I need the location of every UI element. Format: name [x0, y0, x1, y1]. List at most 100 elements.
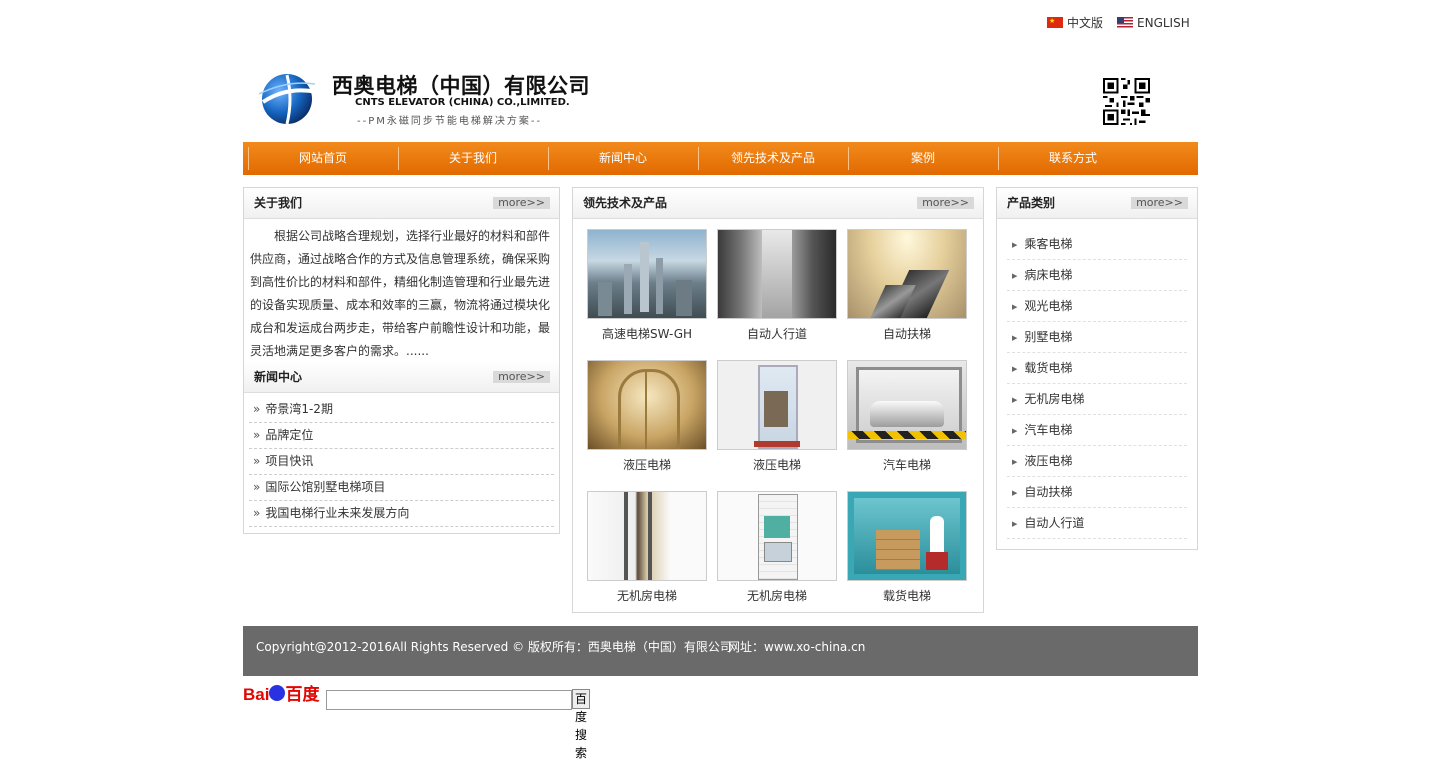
triangle-right-icon: ▶ — [1012, 241, 1018, 249]
products-header: 领先技术及产品 more>> — [573, 188, 983, 219]
nav-cases[interactable]: 案例 — [848, 142, 998, 175]
product-caption[interactable]: 自动人行道 — [717, 325, 837, 342]
product-card: 自动扶梯 — [847, 229, 977, 360]
product-image-skyline[interactable] — [587, 229, 707, 319]
category-label: 观光电梯 — [1024, 299, 1073, 313]
categories-panel: 产品类别 more>> ▶ 乘客电梯 ▶ 病床电梯 ▶ 观光电梯 ▶ 别墅电梯 ▶ 载货电… — [996, 187, 1198, 550]
news-title: 新闻中心 — [254, 370, 303, 384]
about-text: 根据公司战略合理规划，选择行业最好的材料和部件供应商，通过战略合作的方式及信息管… — [250, 229, 551, 358]
news-item[interactable]: » 国际公馆别墅电梯项目 — [249, 475, 554, 501]
category-list: ▶ 乘客电梯 ▶ 病床电梯 ▶ 观光电梯 ▶ 别墅电梯 ▶ 载货电梯 ▶ 无机房电梯 ▶ 汽车… — [997, 219, 1197, 539]
news-item-label: 帝景湾1-2期 — [265, 402, 333, 416]
categories-title: 产品类别 — [1007, 196, 1056, 210]
product-image-mrl-diagram[interactable] — [717, 491, 837, 581]
news-item[interactable]: » 项目快讯 — [249, 449, 554, 475]
triangle-right-icon: ▶ — [1012, 520, 1018, 528]
lang-chinese-link[interactable]: 中文版 — [1047, 14, 1103, 31]
qr-code-icon — [1103, 78, 1150, 125]
triangle-right-icon: ▶ — [1012, 458, 1018, 466]
baidu-search-button[interactable]: 百度搜索 — [572, 689, 591, 760]
news-more-link[interactable]: more>> — [493, 371, 550, 383]
categories-more-link[interactable]: more>> — [1131, 197, 1188, 209]
lang-chinese-label: 中文版 — [1067, 16, 1104, 30]
product-image-walkway[interactable] — [717, 229, 837, 319]
category-item[interactable]: ▶ 无机房电梯 — [1007, 384, 1187, 415]
category-item[interactable]: ▶ 载货电梯 — [1007, 353, 1187, 384]
company-name-cn: 西奥电梯（中国）有限公司 — [332, 74, 590, 98]
product-card: 自动人行道 — [717, 229, 847, 360]
paw-icon — [269, 685, 286, 701]
triangle-right-icon: ▶ — [1012, 303, 1018, 311]
nav-home[interactable]: 网站首页 — [248, 142, 398, 175]
footer: Copyright@2012-2016All Rights Reserved ©… — [243, 626, 1198, 676]
product-image-car-elevator[interactable] — [847, 360, 967, 450]
triangle-right-icon: ▶ — [1012, 365, 1018, 373]
triangle-right-icon: ▶ — [1012, 427, 1018, 435]
category-label: 乘客电梯 — [1024, 237, 1073, 251]
nav-about[interactable]: 关于我们 — [398, 142, 548, 175]
triangle-right-icon: ▶ — [1012, 396, 1018, 404]
category-item[interactable]: ▶ 观光电梯 — [1007, 291, 1187, 322]
news-item-label: 国际公馆别墅电梯项目 — [265, 480, 386, 494]
category-label: 病床电梯 — [1024, 268, 1073, 282]
category-label: 别墅电梯 — [1024, 330, 1073, 344]
footer-copyright: Copyright@2012-2016All Rights Reserved ©… — [256, 640, 732, 654]
news-item-label: 项目快讯 — [265, 454, 314, 468]
product-image-hydraulic-shaft[interactable] — [717, 360, 837, 450]
triangle-right-icon: ▶ — [1012, 334, 1018, 342]
us-flag-icon — [1117, 17, 1134, 28]
main-nav: 网站首页 关于我们 新闻中心 领先技术及产品 案例 联系方式 — [243, 142, 1198, 175]
news-item-label: 品牌定位 — [265, 428, 314, 442]
product-caption[interactable]: 载货电梯 — [847, 587, 967, 604]
news-item[interactable]: » 帝景湾1-2期 — [249, 397, 554, 423]
products-more-link[interactable]: more>> — [917, 197, 974, 209]
product-card: 载货电梯 — [847, 491, 977, 622]
product-caption[interactable]: 高速电梯SW-GH — [587, 325, 707, 342]
category-label: 载货电梯 — [1024, 361, 1073, 375]
product-caption[interactable]: 无机房电梯 — [717, 587, 837, 604]
baidu-logo[interactable]: Bai 百度 — [243, 680, 319, 705]
category-item[interactable]: ▶ 病床电梯 — [1007, 260, 1187, 291]
raquo-icon: » — [253, 402, 261, 416]
category-item[interactable]: ▶ 液压电梯 — [1007, 446, 1187, 477]
product-caption[interactable]: 无机房电梯 — [587, 587, 707, 604]
nav-products[interactable]: 领先技术及产品 — [698, 142, 848, 175]
nav-contact[interactable]: 联系方式 — [998, 142, 1148, 175]
product-caption[interactable]: 汽车电梯 — [847, 456, 967, 473]
news-item[interactable]: » 品牌定位 — [249, 423, 554, 449]
raquo-icon: » — [253, 454, 261, 468]
baidu-search-input[interactable] — [326, 690, 572, 710]
category-item[interactable]: ▶ 乘客电梯 — [1007, 229, 1187, 260]
lang-english-link[interactable]: ENGLISH — [1117, 14, 1190, 31]
product-caption[interactable]: 液压电梯 — [587, 456, 707, 473]
company-name-en: CNTS ELEVATOR (CHINA) CO.,LIMITED. — [355, 97, 570, 108]
nav-news[interactable]: 新闻中心 — [548, 142, 698, 175]
products-grid: 高速电梯SW-GH 自动人行道 自动扶梯 液压电梯 液压电梯 汽车电梯 无机房电… — [587, 229, 977, 622]
category-label: 汽车电梯 — [1024, 423, 1073, 437]
products-panel: 领先技术及产品 more>> 高速电梯SW-GH 自动人行道 自动扶梯 液压电梯… — [572, 187, 984, 613]
product-image-freight[interactable] — [847, 491, 967, 581]
product-image-escalator[interactable] — [847, 229, 967, 319]
category-label: 液压电梯 — [1024, 454, 1073, 468]
product-image-hydraulic-glass[interactable] — [587, 360, 707, 450]
product-caption[interactable]: 液压电梯 — [717, 456, 837, 473]
product-image-mrl-glass[interactable] — [587, 491, 707, 581]
triangle-right-icon: ▶ — [1012, 272, 1018, 280]
about-more-link[interactable]: more>> — [493, 197, 550, 209]
about-title: 关于我们 — [254, 196, 303, 210]
category-item[interactable]: ▶ 自动扶梯 — [1007, 477, 1187, 508]
category-label: 无机房电梯 — [1024, 392, 1085, 406]
category-item[interactable]: ▶ 别墅电梯 — [1007, 322, 1187, 353]
news-item[interactable]: » 我国电梯行业未来发展方向 — [249, 501, 554, 527]
product-card: 液压电梯 — [717, 360, 847, 491]
raquo-icon: » — [253, 428, 261, 442]
globe-logo-icon[interactable] — [257, 72, 319, 126]
raquo-icon: » — [253, 506, 261, 520]
product-caption[interactable]: 自动扶梯 — [847, 325, 967, 342]
category-item[interactable]: ▶ 汽车电梯 — [1007, 415, 1187, 446]
product-card: 无机房电梯 — [587, 491, 717, 622]
category-label: 自动扶梯 — [1024, 485, 1073, 499]
lang-english-label: ENGLISH — [1137, 15, 1190, 30]
product-card: 高速电梯SW-GH — [587, 229, 717, 360]
category-item[interactable]: ▶ 自动人行道 — [1007, 508, 1187, 539]
